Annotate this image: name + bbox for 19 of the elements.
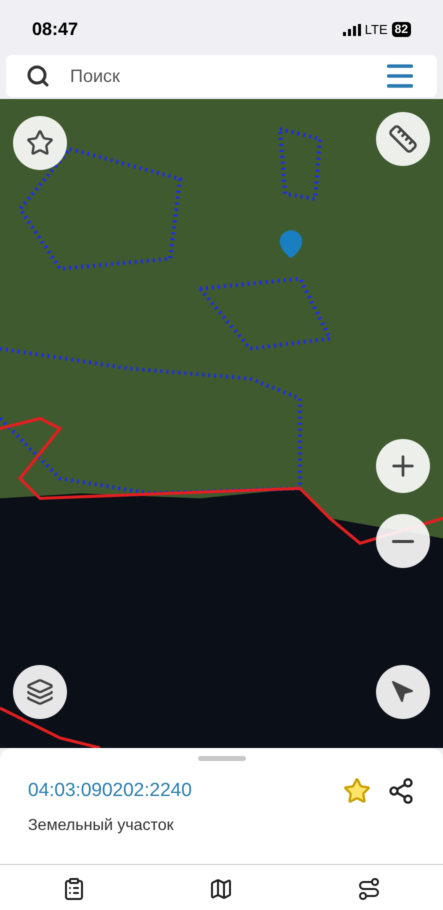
signal-icon bbox=[342, 24, 361, 36]
search-bar[interactable]: Поиск bbox=[6, 55, 437, 97]
share-icon[interactable] bbox=[387, 777, 415, 806]
search-field[interactable]: Поиск bbox=[70, 62, 363, 90]
layers-icon bbox=[26, 678, 54, 706]
status-time: 08:47 bbox=[32, 18, 78, 41]
parcel-type: Земельный участок bbox=[28, 816, 175, 836]
ruler-icon bbox=[388, 124, 418, 154]
battery-level: 82 bbox=[392, 22, 411, 37]
route-tab-icon[interactable] bbox=[357, 877, 382, 901]
search-icon bbox=[26, 64, 50, 88]
favorite-star-icon[interactable] bbox=[343, 777, 371, 806]
cadastral-number[interactable]: 04:03:090202:2240 bbox=[28, 777, 192, 806]
minus-icon bbox=[392, 540, 414, 542]
sheet-handle[interactable] bbox=[198, 756, 246, 761]
map-tab-icon[interactable] bbox=[209, 877, 234, 901]
star-icon bbox=[26, 129, 54, 157]
network-label: LTE bbox=[364, 20, 388, 39]
location-arrow-icon bbox=[391, 680, 415, 704]
